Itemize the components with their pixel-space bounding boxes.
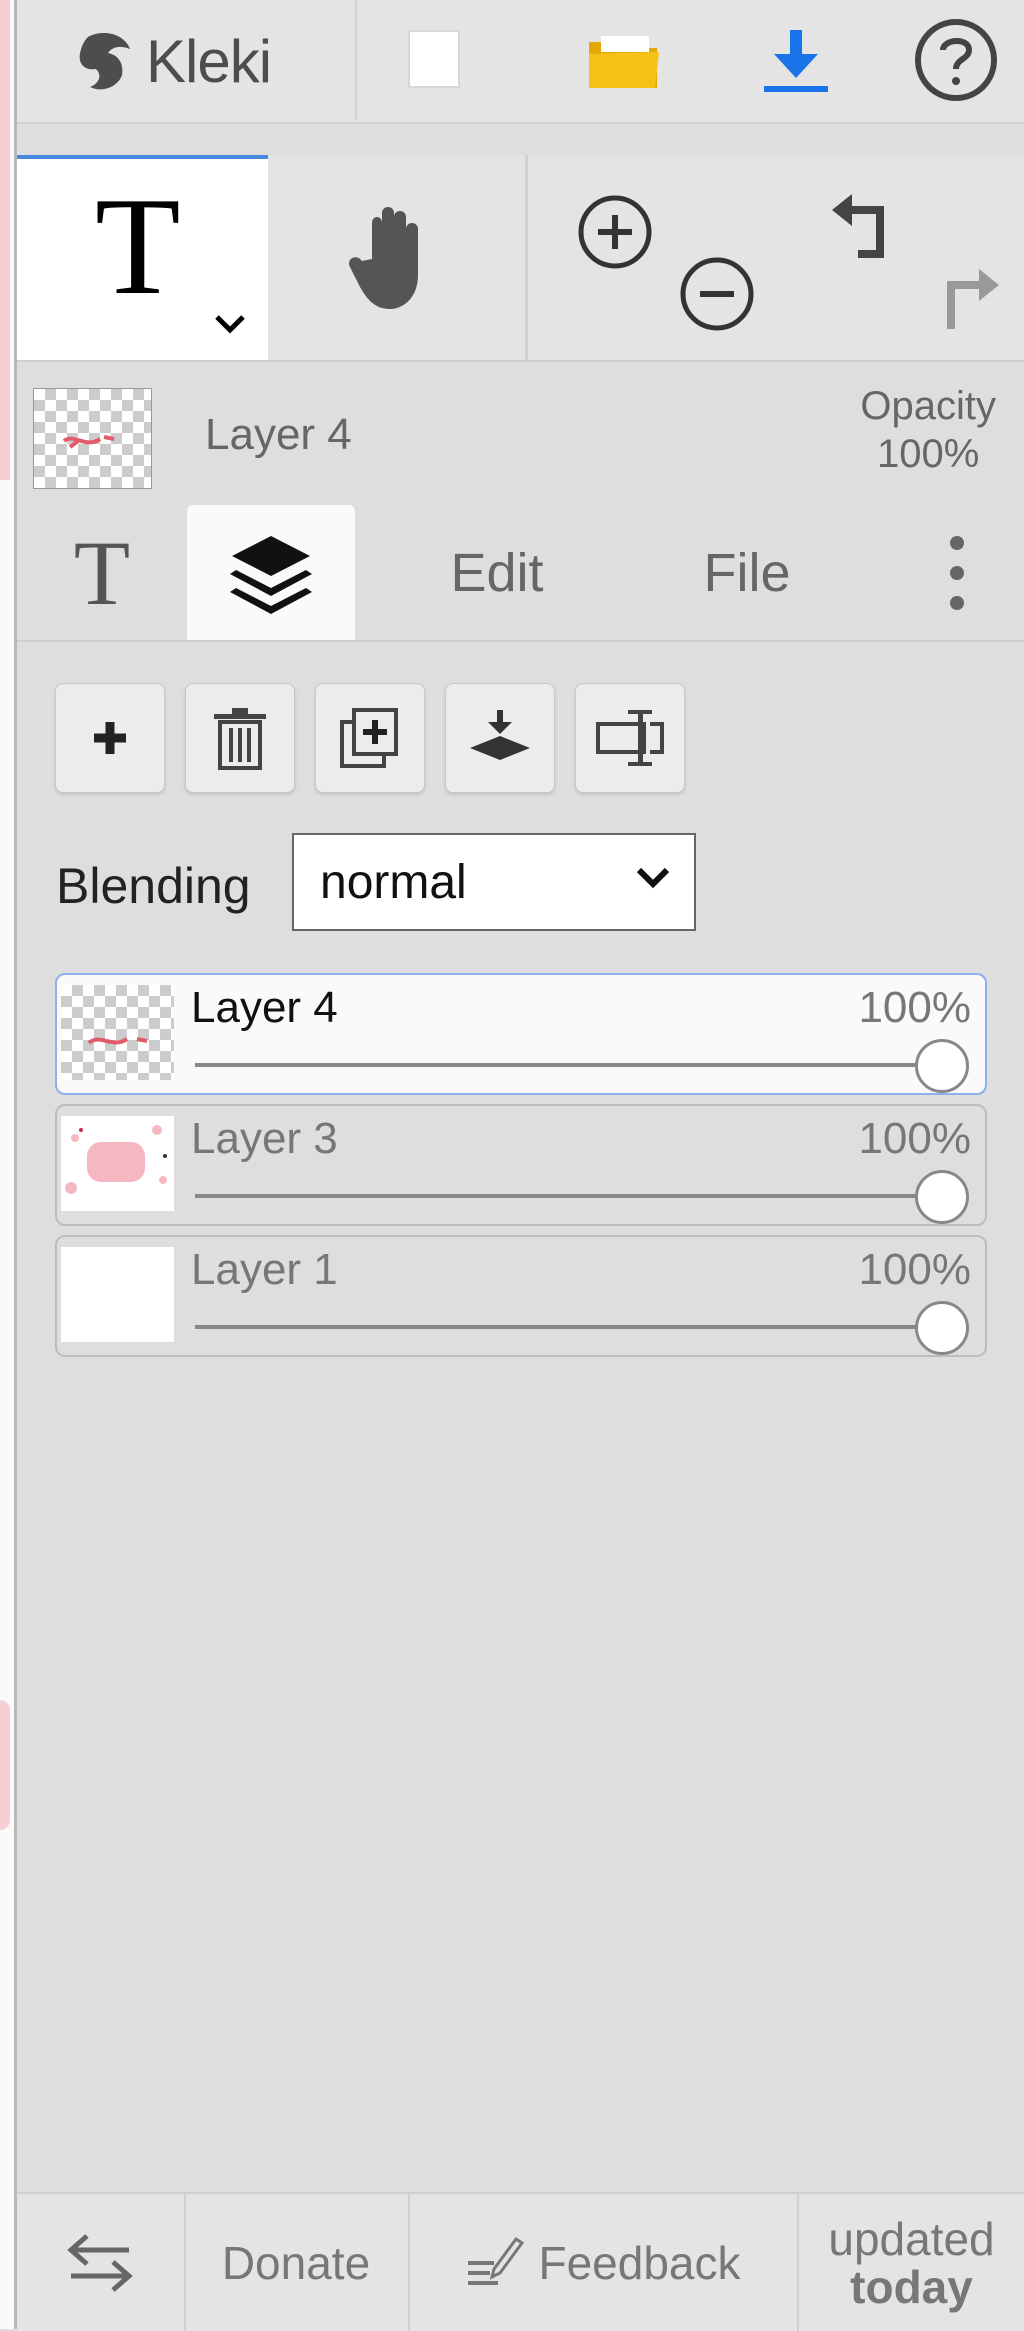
layer-name: Layer 4 <box>191 983 338 1032</box>
redo-icon[interactable] <box>923 255 1003 335</box>
feedback-label: Feedback <box>538 2236 741 2289</box>
delete-layer-icon <box>214 708 266 770</box>
feedback-icon <box>468 2236 525 2285</box>
layer-item[interactable]: Layer 3 100% <box>55 1104 987 1226</box>
tab-layers[interactable] <box>187 505 355 640</box>
updated-date: today <box>850 2260 973 2313</box>
layers-icon <box>230 535 312 614</box>
opacity-slider-track[interactable] <box>195 1325 925 1329</box>
layer-thumbnail <box>61 1247 174 1342</box>
tab-file[interactable]: File <box>647 505 847 640</box>
more-vertical-icon <box>950 535 964 610</box>
history-controls <box>773 155 1024 360</box>
current-layer-name: Layer 4 <box>205 410 352 459</box>
hand-tool-button[interactable] <box>270 155 525 360</box>
layer-opacity: 100% <box>858 1245 971 1294</box>
help-icon <box>915 19 997 101</box>
preview-image <box>62 435 115 449</box>
merge-down-button[interactable] <box>445 683 555 793</box>
hand-tool-icon <box>348 206 418 309</box>
layer-item[interactable]: Layer 4 100% <box>55 973 987 1095</box>
blending-select[interactable]: normal <box>292 833 696 931</box>
app-name: Kleki <box>146 27 272 95</box>
add-layer-button[interactable] <box>55 683 165 793</box>
bottom-bar: Donate Feedback updated today <box>17 2192 1024 2331</box>
updated-label: updated <box>828 2212 995 2265</box>
rename-layer-button[interactable] <box>575 683 685 793</box>
swap-sides-icon <box>66 2233 133 2292</box>
help-button[interactable] <box>897 0 1015 120</box>
current-layer-opacity: Opacity 100% <box>860 382 996 478</box>
tab-label: File <box>703 542 791 603</box>
top-bar: Kleki <box>17 0 1024 124</box>
tool-row: T <box>17 155 1024 362</box>
zoom-out-icon[interactable] <box>678 255 756 333</box>
blending-value: normal <box>320 855 467 909</box>
donate-label: Donate <box>221 2236 371 2289</box>
tab-brush-settings[interactable]: T <box>37 505 167 640</box>
app-logo[interactable]: Kleki <box>72 0 272 122</box>
opacity-slider-handle[interactable] <box>915 1301 969 1355</box>
undo-icon[interactable] <box>828 190 908 270</box>
save-button[interactable] <box>737 0 855 120</box>
canvas-edge-content <box>0 1700 10 1830</box>
opacity-slider-handle[interactable] <box>915 1039 969 1093</box>
tab-label: T <box>73 521 131 624</box>
delete-layer-button[interactable] <box>185 683 295 793</box>
tab-more[interactable] <box>917 505 997 640</box>
layer-thumbnail-image <box>65 1125 167 1194</box>
text-tool-icon: T <box>95 169 181 324</box>
rename-layer-icon <box>596 710 664 766</box>
layer-thumbnail-image <box>87 1037 148 1045</box>
tab-bar: T Edit File <box>17 505 1024 642</box>
feedback-link[interactable]: Feedback <box>410 2194 795 2331</box>
side-panel: Kleki T Layer 4 Opacity 100% T Edit File… <box>17 0 1024 2331</box>
chevron-down-icon <box>636 867 670 889</box>
changelog-link[interactable]: updated today <box>799 2194 1024 2331</box>
add-layer-icon <box>94 722 126 754</box>
layer-thumbnail <box>61 985 174 1080</box>
chevron-down-icon[interactable] <box>213 313 247 337</box>
opacity-slider-handle[interactable] <box>915 1170 969 1224</box>
new-image-button[interactable] <box>377 0 495 120</box>
layer-name: Layer 1 <box>191 1245 338 1294</box>
tab-label: Edit <box>450 542 544 603</box>
kleki-logo-icon <box>79 33 130 90</box>
opacity-label: Opacity <box>860 384 996 428</box>
merge-down-icon <box>470 710 530 760</box>
swap-sides-button[interactable] <box>17 2194 182 2331</box>
donate-link[interactable]: Donate <box>186 2194 406 2331</box>
blending-label: Blending <box>56 858 251 914</box>
opacity-value: 100% <box>877 432 980 476</box>
layer-name: Layer 3 <box>191 1114 338 1163</box>
canvas-edge-content <box>0 0 10 480</box>
duplicate-layer-icon <box>340 708 398 768</box>
opacity-slider-track[interactable] <box>195 1063 925 1067</box>
zoom-in-icon[interactable] <box>576 193 654 271</box>
download-icon <box>764 30 828 92</box>
tab-edit[interactable]: Edit <box>397 505 597 640</box>
zoom-controls <box>528 155 773 360</box>
layer-preview-thumbnail[interactable] <box>33 388 152 489</box>
layer-item[interactable]: Layer 1 100% <box>55 1235 987 1357</box>
layer-opacity: 100% <box>858 1114 971 1163</box>
new-image-icon <box>408 30 460 88</box>
text-tool-button[interactable]: T <box>17 155 268 360</box>
opacity-slider-track[interactable] <box>195 1194 925 1198</box>
open-image-button[interactable] <box>565 0 683 120</box>
duplicate-layer-button[interactable] <box>315 683 425 793</box>
layer-opacity: 100% <box>858 983 971 1032</box>
layer-thumbnail <box>61 1116 174 1211</box>
separator <box>355 0 357 120</box>
folder-open-icon <box>589 36 659 88</box>
